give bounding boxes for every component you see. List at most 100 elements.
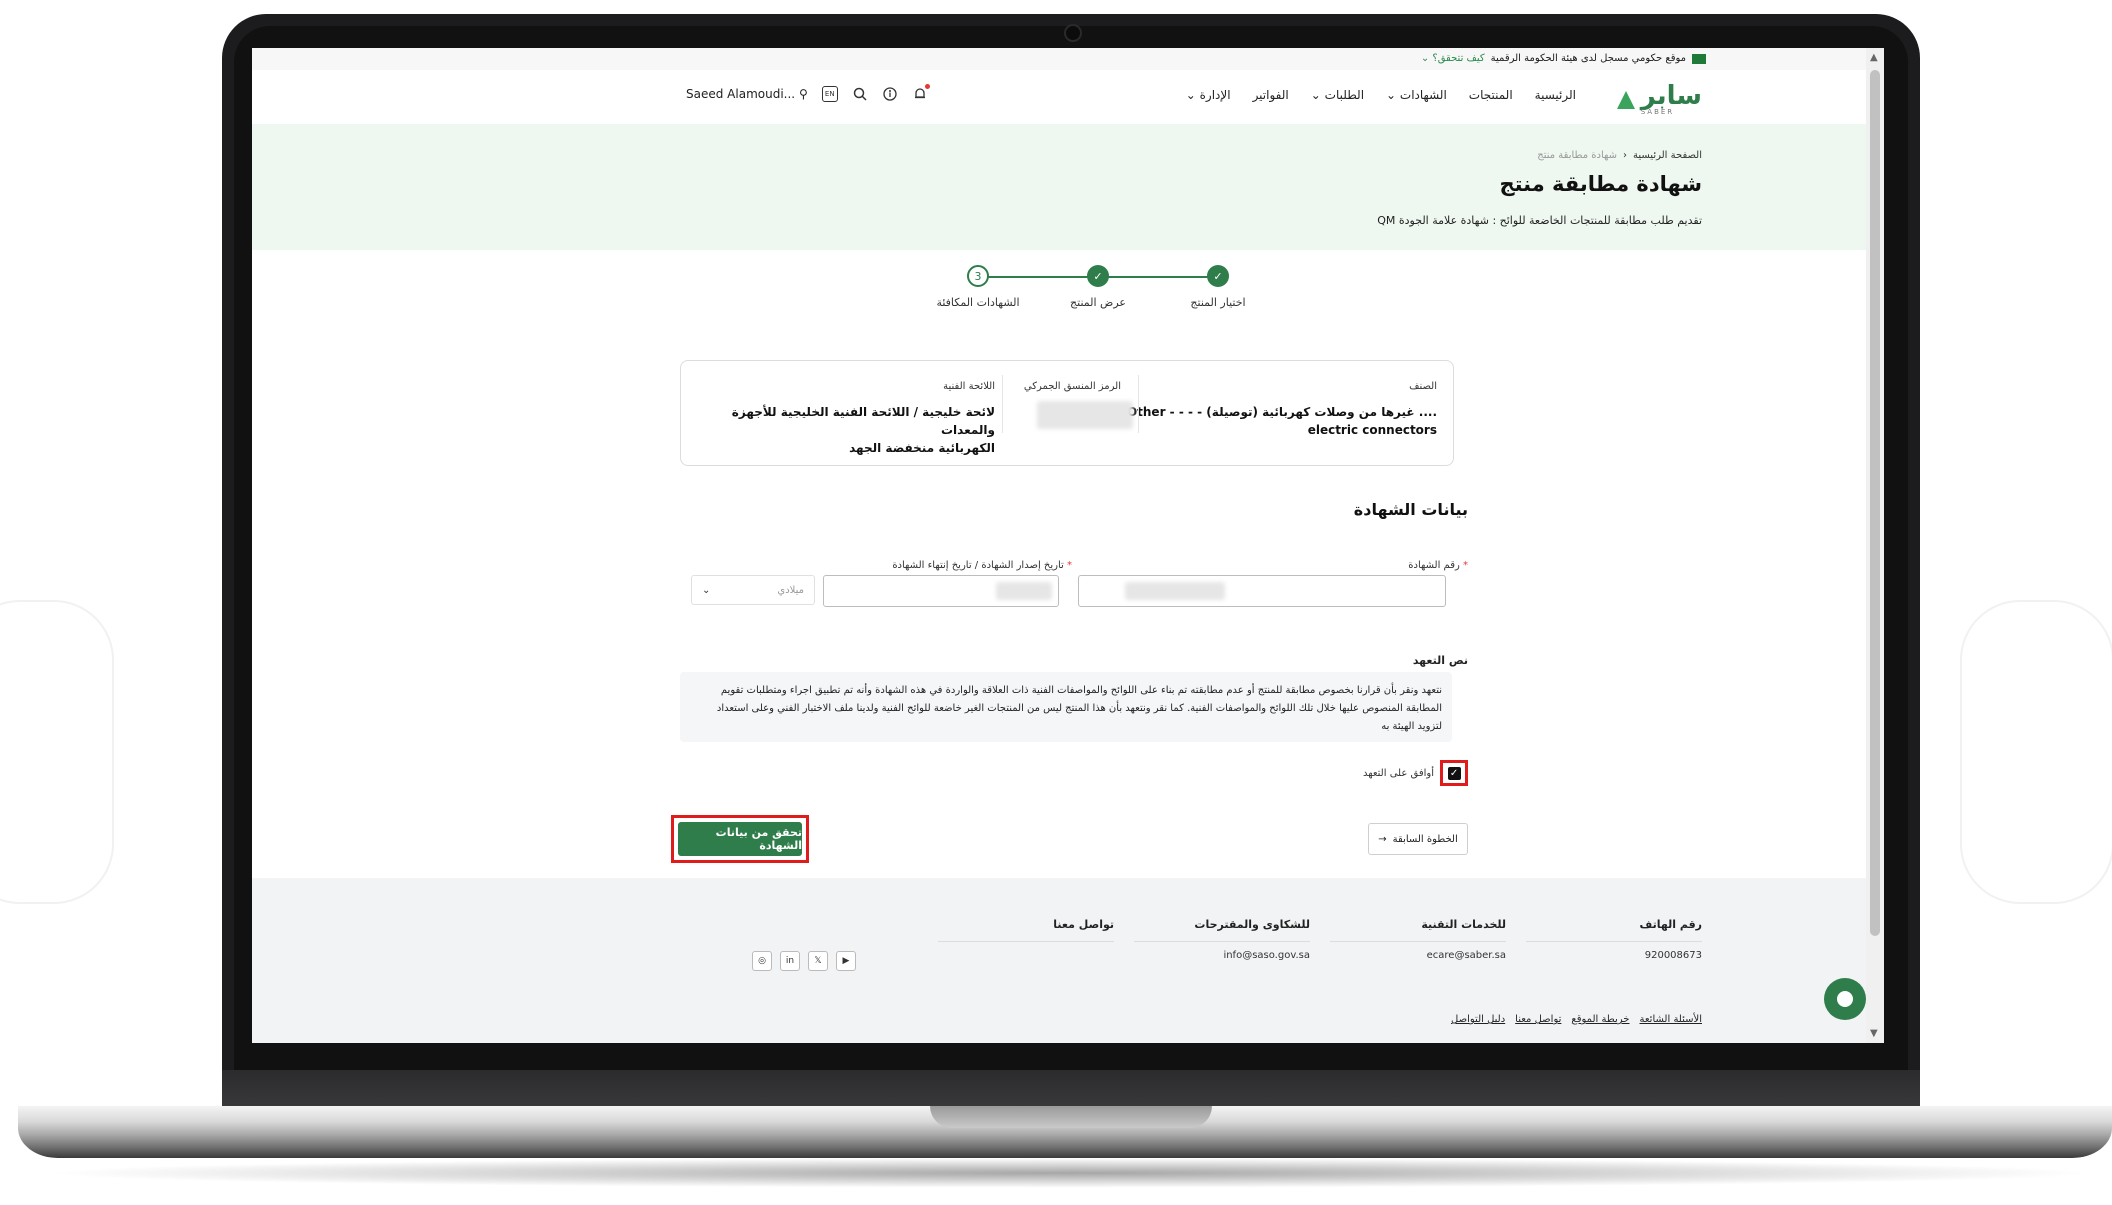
scroll-down-icon[interactable]: ▼	[1870, 1028, 1878, 1039]
footer-contact: تواصل معنا	[938, 918, 1114, 942]
chevron-down-icon: ⌄	[1185, 88, 1196, 102]
page-scrollbar[interactable]: ▲ ▼	[1866, 48, 1884, 1043]
progress-stepper: ✓ ✓ 3 اختيار المنتج عرض المنتج الشهادات …	[252, 258, 1866, 318]
search-icon[interactable]	[852, 86, 868, 102]
breadcrumb-separator: ‹	[1623, 150, 1627, 161]
dates-label: * تاريخ إصدار الشهادة / تاريخ إنتهاء الش…	[892, 560, 1072, 571]
calendar-type-value: ميلادي	[777, 584, 804, 596]
notifications-bell-icon[interactable]	[912, 84, 930, 102]
pledge-text: نتعهد ونقر بأن قرارنا بخصوص مطابقة للمنت…	[716, 685, 1442, 732]
chevron-down-icon: ⌄	[702, 584, 711, 596]
hs-code-label: الرمز المنسق الجمركي	[1023, 381, 1121, 392]
chevron-down-icon: ⌄	[1310, 88, 1321, 102]
breadcrumb: الصفحة الرئيسية ‹ شهادة مطابقة منتج	[1537, 150, 1702, 161]
chat-button[interactable]	[1824, 978, 1866, 1020]
verify-certificate-button[interactable]: تحقق من بيانات الشهادة	[678, 822, 802, 856]
chevron-down-icon: ⌄	[1386, 88, 1397, 102]
previous-step-button[interactable]: الخطوة السابقة →	[1368, 823, 1468, 855]
gov-bar-text: موقع حكومي مسجل لدى هيئة الحكومة الرقمية	[1490, 53, 1686, 64]
nav-certificates[interactable]: الشهادات ⌄	[1386, 88, 1447, 102]
page-header: الصفحة الرئيسية ‹ شهادة مطابقة منتج شهاد…	[252, 124, 1866, 250]
breadcrumb-current: شهادة مطابقة منتج	[1537, 150, 1617, 161]
footer-link-contact[interactable]: تواصل معنا	[1515, 1014, 1561, 1025]
footer-links: الأسئلة الشائعة خريطة الموقع تواصل معنا …	[1451, 1014, 1702, 1025]
page-subtitle: تقديم طلب مطابقة للمنتجات الخاضعة للوائح…	[1377, 214, 1702, 227]
certificate-data-heading: بيانات الشهادة	[1353, 500, 1468, 519]
arrow-right-icon: →	[1378, 833, 1387, 845]
linkedin-icon[interactable]: in	[780, 951, 800, 971]
regulation-label: اللائحة الفنية	[943, 381, 995, 392]
footer-tech: للخدمات التقنية ecare@saber.sa	[1330, 918, 1506, 961]
nav-tools: Saeed Alamoudi... ⚲ EN	[686, 84, 930, 102]
whatsapp-icon[interactable]: ◎	[752, 951, 772, 971]
footer-link-directory[interactable]: دليل التواصل	[1451, 1014, 1505, 1025]
step-3-indicator: 3	[967, 265, 989, 287]
scroll-thumb[interactable]	[1870, 70, 1880, 936]
cert-number-input[interactable]	[1078, 575, 1446, 607]
verify-button-highlight: تحقق من بيانات الشهادة	[671, 815, 809, 863]
page-title: شهادة مطابقة منتج	[1499, 172, 1702, 196]
gov-verify-link[interactable]: كيف تتحقق؟ ⌄	[1421, 53, 1485, 64]
nav-home[interactable]: الرئيسية	[1535, 88, 1576, 102]
footer-complaints: للشكاوى والمقترحات info@saso.gov.sa	[1134, 918, 1310, 961]
accessibility-icon[interactable]	[882, 86, 898, 102]
breadcrumb-home[interactable]: الصفحة الرئيسية	[1633, 150, 1702, 161]
cert-number-label: * رقم الشهادة	[1408, 560, 1468, 571]
x-twitter-icon[interactable]: 𝕏	[808, 951, 828, 971]
product-class-label: الصنف	[1409, 381, 1437, 392]
cert-number-value-redacted	[1125, 582, 1225, 600]
pledge-heading: نص التعهد	[1412, 654, 1468, 667]
language-switch[interactable]: EN	[821, 86, 838, 102]
agree-checkbox-highlight: ✓	[1440, 760, 1468, 786]
background-decoration	[1960, 600, 2112, 904]
product-summary-card: الصنف .... غيرها من وصلات كهربائية (توصي…	[680, 360, 1454, 466]
saudi-flag-icon	[1692, 53, 1706, 64]
gov-bar: موقع حكومي مسجل لدى هيئة الحكومة الرقمية…	[252, 48, 1866, 70]
logo-subtext: SABER	[1640, 108, 1675, 116]
footer-phone-value[interactable]: 920008673	[1526, 950, 1702, 961]
agree-label[interactable]: أوافق على التعهد	[1363, 768, 1434, 779]
footer-link-faq[interactable]: الأسئلة الشائعة	[1640, 1014, 1703, 1025]
nav-management[interactable]: الإدارة ⌄	[1186, 88, 1231, 102]
regulation-value: لائحة خليجية / اللائحة الفنية الخليجية ل…	[731, 405, 995, 455]
agree-row: ✓ أوافق على التعهد	[1363, 760, 1468, 786]
step-connector	[978, 276, 1098, 278]
nav-invoices[interactable]: الفواتير	[1253, 88, 1289, 102]
laptop-shadow	[40, 1158, 2100, 1188]
calendar-type-select[interactable]: ميلادي ⌄	[691, 575, 815, 605]
step-3-label: الشهادات المكافئة	[936, 296, 1020, 309]
user-menu[interactable]: Saeed Alamoudi... ⚲	[686, 87, 808, 101]
footer-phone: رقم الهاتف 920008673	[1526, 918, 1702, 961]
laptop-camera	[1064, 24, 1082, 42]
chat-bubble-icon	[1837, 991, 1853, 1007]
footer-tech-email[interactable]: ecare@saber.sa	[1330, 950, 1506, 961]
nav-requests[interactable]: الطلبات ⌄	[1311, 88, 1364, 102]
scroll-up-icon[interactable]: ▲	[1870, 52, 1878, 63]
nav-products[interactable]: المنتجات	[1469, 88, 1513, 102]
social-links: ◎ in 𝕏 ▶	[752, 951, 856, 971]
saber-logo[interactable]: سابر SABER	[1616, 83, 1702, 116]
footer-complaints-email[interactable]: info@saso.gov.sa	[1134, 950, 1310, 961]
notification-dot	[924, 84, 930, 89]
main-menu: الرئيسية المنتجات الشهادات ⌄ الطلبات ⌄ ا…	[1186, 88, 1576, 102]
step-2-label: عرض المنتج	[1070, 296, 1126, 309]
youtube-icon[interactable]: ▶	[836, 951, 856, 971]
step-1-check-icon: ✓	[1207, 265, 1229, 287]
laptop-notch	[930, 1106, 1212, 1128]
hs-code-value-redacted	[1037, 401, 1133, 429]
product-class-value: .... غيرها من وصلات كهربائية (توصيلة) - …	[1126, 405, 1437, 437]
card-divider	[1002, 375, 1003, 433]
logo-mark-icon	[1616, 91, 1635, 109]
footer-link-sitemap[interactable]: خريطة الموقع	[1571, 1014, 1629, 1025]
step-1-label: اختيار المنتج	[1190, 296, 1246, 309]
agree-checkbox[interactable]: ✓	[1447, 766, 1461, 780]
card-divider	[1138, 375, 1139, 433]
cert-dates-value-redacted	[996, 582, 1052, 600]
top-nav: سابر SABER الرئيسية المنتجات الشهادات ⌄ …	[252, 70, 1866, 126]
step-connector	[1098, 276, 1218, 278]
background-decoration	[0, 600, 114, 904]
browser-viewport: موقع حكومي مسجل لدى هيئة الحكومة الرقمية…	[252, 48, 1884, 1043]
user-icon: ⚲	[798, 87, 808, 101]
cert-dates-input[interactable]	[823, 575, 1059, 607]
footer: رقم الهاتف 920008673 للخدمات التقنية eca…	[252, 878, 1866, 1043]
